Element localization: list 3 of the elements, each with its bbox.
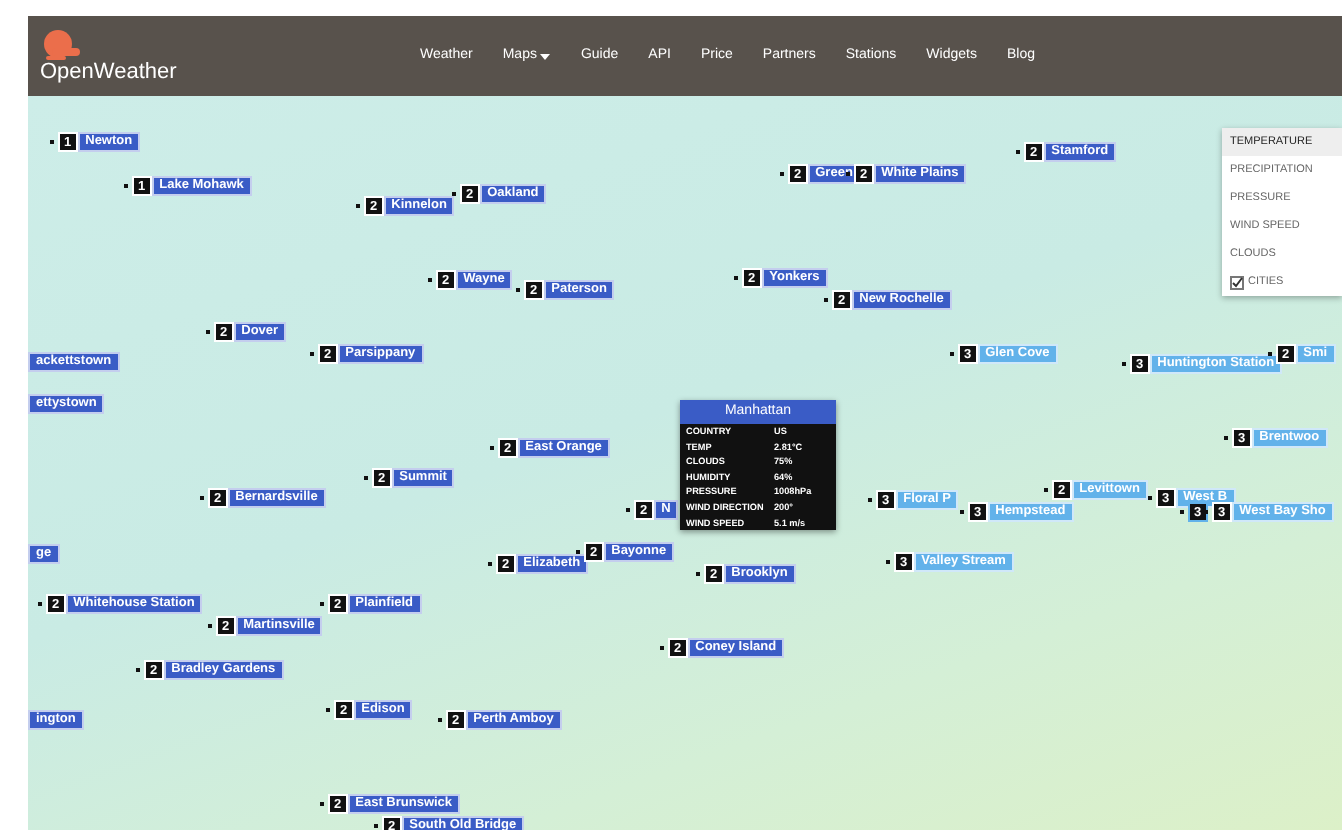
brand-name[interactable]: OpenWeather bbox=[40, 61, 177, 83]
sun-cloud-logo-icon bbox=[40, 29, 84, 61]
checkbox[interactable] bbox=[1230, 275, 1244, 289]
